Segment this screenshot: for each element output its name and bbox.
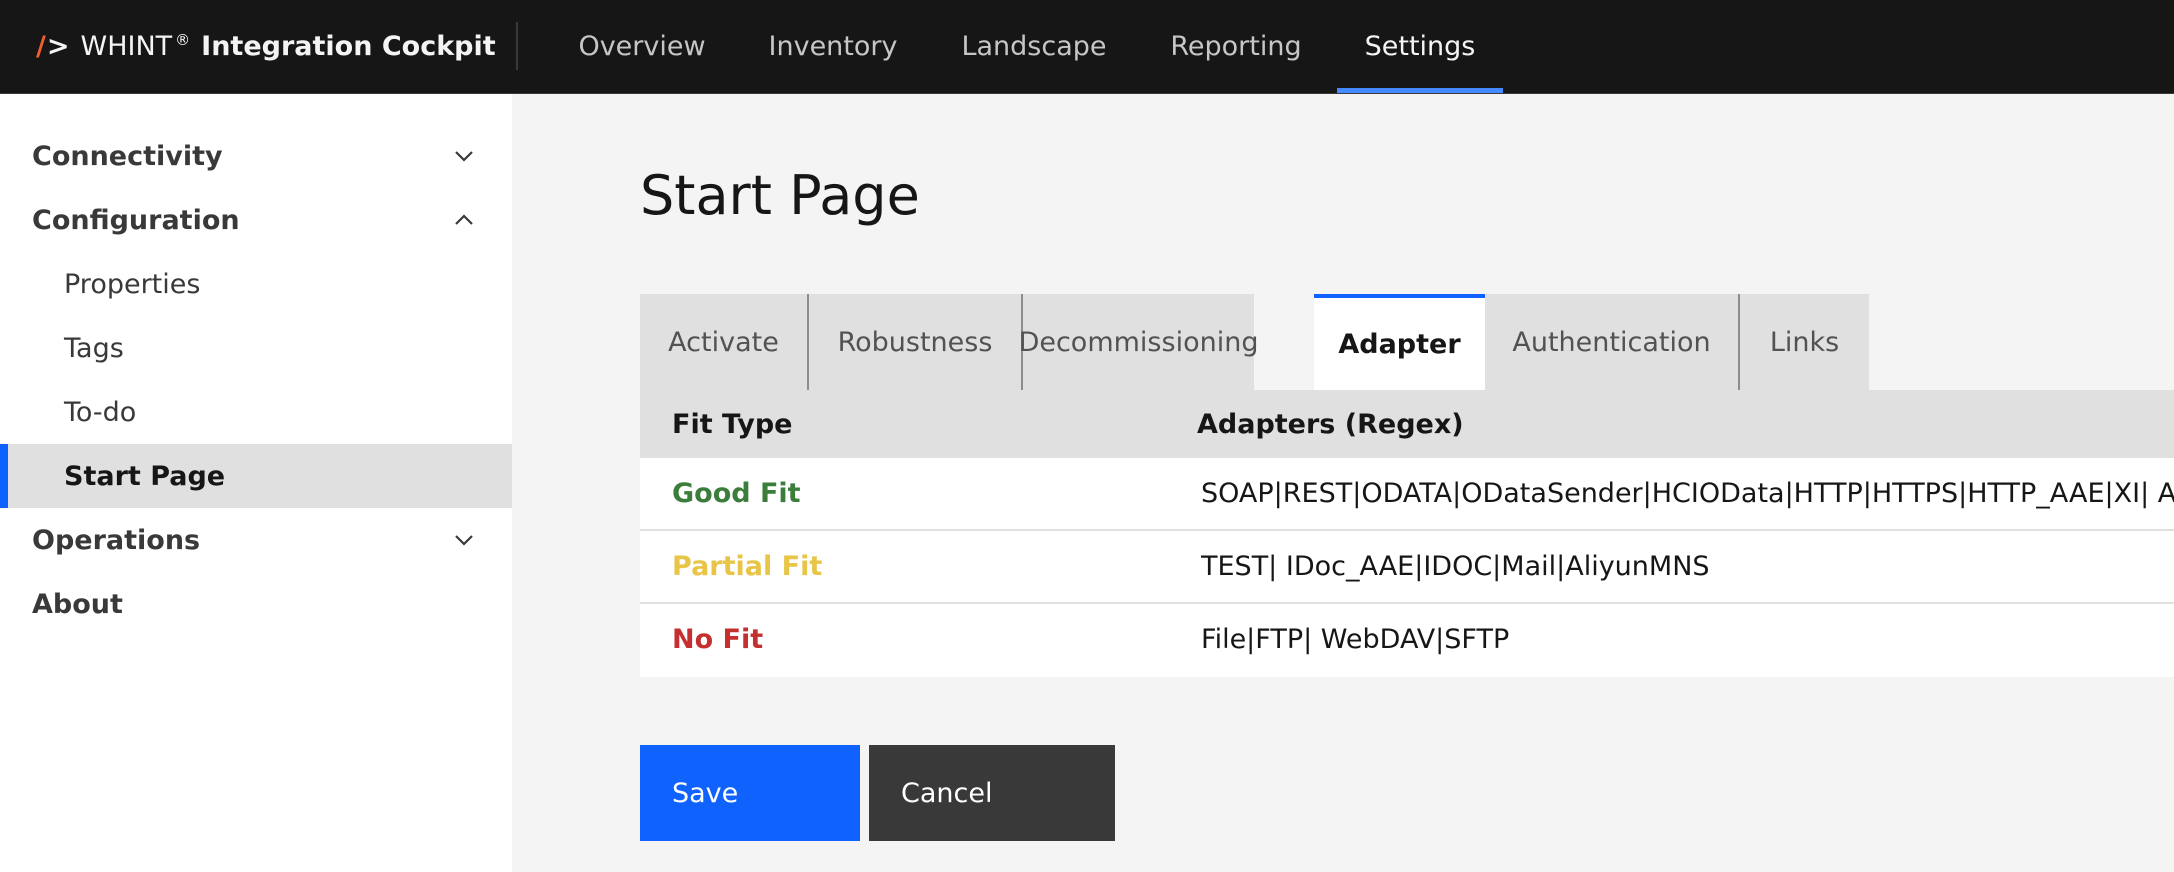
sidebar-item-properties[interactable]: Properties — [0, 252, 512, 316]
adapter-regex-input[interactable]: SOAP|REST|ODATA|ODataSender|HCIOData|HTT… — [1201, 458, 2174, 529]
brand[interactable]: /> WHINT ® Integration Cockpit — [36, 0, 496, 93]
column-header-fit-type: Fit Type — [672, 408, 793, 440]
tab-links[interactable]: Links — [1740, 294, 1869, 390]
table-row: Partial Fit TEST| IDoc_AAE|IDOC|Mail|Ali… — [640, 531, 2174, 604]
nav-settings[interactable]: Settings — [1337, 0, 1503, 93]
top-bar: /> WHINT ® Integration Cockpit Overview I… — [0, 0, 2174, 94]
header-divider — [516, 22, 518, 70]
brand-logo: /> — [36, 31, 71, 62]
sidebar-item-start-page[interactable]: Start Page — [0, 444, 512, 508]
adapter-regex-input[interactable]: File|FTP| WebDAV|SFTP — [1201, 604, 2174, 675]
adapter-regex-input[interactable]: TEST| IDoc_AAE|IDOC|Mail|AliyunMNS — [1201, 531, 2174, 602]
sidebar-group-configuration[interactable]: Configuration — [0, 188, 512, 252]
cancel-button[interactable]: Cancel — [869, 745, 1115, 841]
nav-inventory[interactable]: Inventory — [752, 0, 914, 93]
save-button[interactable]: Save — [640, 745, 860, 841]
chevron-down-icon — [452, 144, 476, 168]
sidebar-group-operations[interactable]: Operations — [0, 508, 512, 572]
nav-landscape[interactable]: Landscape — [948, 0, 1120, 93]
sidebar-item-about[interactable]: About — [0, 572, 512, 636]
sidebar-group-label: Operations — [32, 524, 201, 556]
table-header: Fit Type Adapters (Regex) — [640, 390, 2174, 458]
brand-name: WHINT ® — [80, 31, 191, 62]
fit-type-partial: Partial Fit — [672, 551, 823, 582]
tab-robustness[interactable]: Robustness — [809, 294, 1023, 390]
sidebar-group-label: Connectivity — [32, 140, 223, 172]
page-title: Start Page — [640, 164, 920, 227]
tab-authentication[interactable]: Authentication — [1485, 294, 1740, 390]
sidebar-group-connectivity[interactable]: Connectivity — [0, 124, 512, 188]
sidebar-group-label: Configuration — [32, 204, 240, 236]
tab-decommissioning[interactable]: Decommissioning — [1019, 294, 1258, 390]
column-header-adapters: Adapters (Regex) — [1197, 408, 1464, 440]
nav-reporting[interactable]: Reporting — [1156, 0, 1316, 93]
fit-type-good: Good Fit — [672, 478, 801, 509]
table-row: No Fit File|FTP| WebDAV|SFTP — [640, 604, 2174, 677]
sidebar: Connectivity Configuration Properties Ta… — [0, 94, 512, 872]
chevron-up-icon — [452, 208, 476, 232]
sidebar-item-todo[interactable]: To-do — [0, 380, 512, 444]
sidebar-item-tags[interactable]: Tags — [0, 316, 512, 380]
product-name: Integration Cockpit — [201, 31, 496, 62]
tab-activate[interactable]: Activate — [640, 294, 809, 390]
fit-type-none: No Fit — [672, 624, 764, 655]
tab-adapter[interactable]: Adapter — [1314, 294, 1485, 390]
chevron-down-icon — [452, 528, 476, 552]
table-row: Good Fit SOAP|REST|ODATA|ODataSender|HCI… — [640, 458, 2174, 531]
nav-overview[interactable]: Overview — [566, 0, 718, 93]
